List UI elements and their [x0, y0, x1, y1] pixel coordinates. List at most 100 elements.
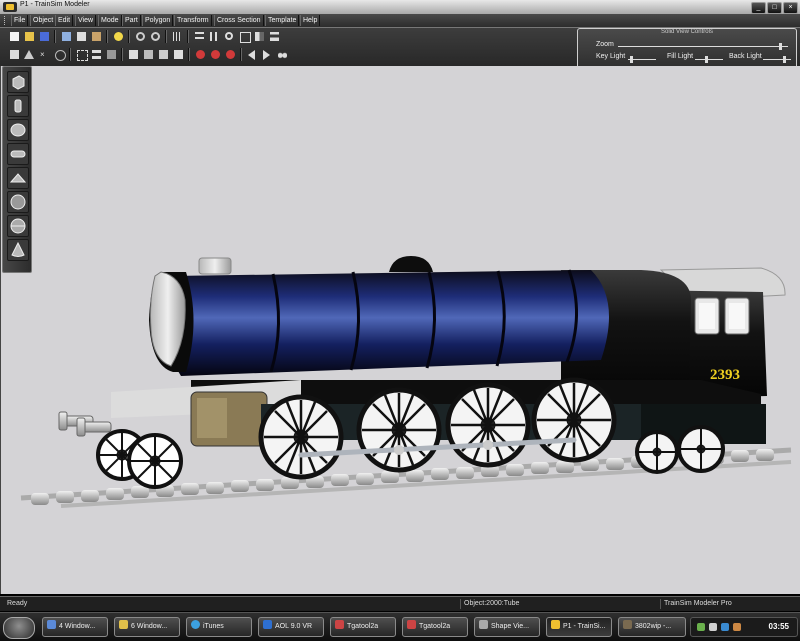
menu-file[interactable]: File: [11, 15, 29, 26]
extrude-icon[interactable]: [127, 48, 140, 61]
back-light-thumb[interactable]: [783, 56, 786, 63]
copy-icon[interactable]: [75, 30, 88, 43]
menu-cross-section[interactable]: Cross Section: [214, 15, 264, 26]
task-windows-1[interactable]: 4 Window...: [42, 617, 108, 637]
tube-tool-icon[interactable]: [7, 143, 29, 165]
bevel-icon[interactable]: [142, 48, 155, 61]
maximize-button[interactable]: □: [767, 2, 782, 14]
driving-wheel-1: [258, 394, 344, 480]
fill-light-thumb[interactable]: [705, 56, 708, 63]
stop-red-icon-2[interactable]: [209, 48, 222, 61]
wedge-tool-icon[interactable]: [7, 167, 29, 189]
locomotive-model[interactable]: 2393: [1, 66, 800, 594]
window-title: P1 - TrainSim Modeler: [20, 1, 90, 8]
cube-tool-icon[interactable]: [7, 71, 29, 93]
solid-viewport[interactable]: 2393: [0, 66, 800, 594]
select-all-icon[interactable]: [90, 48, 103, 61]
key-light-label: Key Light: [596, 53, 626, 60]
task-3802wip[interactable]: 3802wip -...: [618, 617, 686, 637]
back-light-label: Back Light: [729, 53, 762, 60]
triangle-icon[interactable]: [23, 48, 36, 61]
zoom-label: Zoom: [596, 41, 614, 48]
menu-help[interactable]: Help: [300, 15, 321, 26]
move-x-icon[interactable]: [193, 30, 206, 43]
sphere-shaded-tool-icon[interactable]: [7, 191, 29, 213]
title-bar: P1 - TrainSim Modeler _ □ ×: [0, 0, 800, 15]
stop-red-icon-1[interactable]: [194, 48, 207, 61]
task-shape-viewer[interactable]: Shape Vie...: [474, 617, 540, 637]
menu-object[interactable]: Object: [30, 15, 57, 26]
invert-select-icon[interactable]: [105, 48, 118, 61]
arrow-right-icon[interactable]: [261, 48, 274, 61]
task-windows-2[interactable]: 6 Window...: [114, 617, 180, 637]
fill-light-slider[interactable]: [695, 59, 723, 60]
delete-icon[interactable]: [8, 48, 21, 61]
menu-edit[interactable]: Edit: [55, 15, 74, 26]
driving-wheel-4: [531, 377, 617, 463]
menu-mode[interactable]: Mode: [98, 15, 122, 26]
task-label: Shape Vie...: [491, 623, 530, 630]
menu-polygon[interactable]: Polygon: [142, 15, 174, 26]
status-ready: Ready: [7, 600, 28, 607]
back-light-slider[interactable]: [763, 59, 791, 60]
sphere-tool-icon[interactable]: [7, 119, 29, 141]
system-tray: 03:55: [690, 617, 798, 637]
solid-view-controls-panel: Solid View Controls Zoom Key Light Fill …: [577, 28, 797, 70]
task-trainsim-modeler[interactable]: P1 - TrainSi...: [546, 617, 612, 637]
menu-view[interactable]: View: [75, 15, 97, 26]
hemisphere-tool-icon[interactable]: [7, 215, 29, 237]
stop-red-icon-3[interactable]: [224, 48, 237, 61]
zoom-in-icon[interactable]: [134, 30, 147, 43]
start-button[interactable]: [3, 617, 35, 639]
circle-select-icon[interactable]: [53, 48, 66, 61]
mirror-icon[interactable]: [253, 30, 266, 43]
chimney: [198, 257, 232, 275]
key-light-thumb[interactable]: [630, 56, 633, 63]
grid-icon[interactable]: [171, 30, 184, 43]
scale-icon[interactable]: [238, 30, 251, 43]
menu-bar: File Object Edit View Mode Part Polygon …: [0, 14, 800, 28]
close-button[interactable]: ×: [783, 2, 798, 14]
select-box-icon[interactable]: [75, 48, 88, 61]
task-label: 3802wip -...: [635, 623, 672, 630]
align-icon[interactable]: [268, 30, 281, 43]
tray-misc-icon[interactable]: [733, 623, 741, 631]
tray-network-icon[interactable]: [697, 623, 705, 631]
tray-app-icon[interactable]: [721, 623, 729, 631]
open-folder-icon[interactable]: [23, 30, 36, 43]
new-file-icon[interactable]: [8, 30, 21, 43]
menu-transform[interactable]: Transform: [174, 15, 212, 26]
binoculars-icon[interactable]: [276, 48, 289, 61]
clock: 03:55: [768, 622, 789, 631]
cut-icon[interactable]: [60, 30, 73, 43]
pony-wheel-2: [127, 433, 183, 489]
menu-part[interactable]: Part: [122, 15, 141, 26]
paste-icon[interactable]: [90, 30, 103, 43]
app-icon[interactable]: [3, 2, 17, 12]
move-y-icon[interactable]: [208, 30, 221, 43]
weld-icon[interactable]: [172, 48, 185, 61]
task-label: P1 - TrainSi...: [563, 623, 606, 630]
flip-icon[interactable]: [157, 48, 170, 61]
menu-grip-icon[interactable]: [4, 16, 9, 25]
tray-volume-icon[interactable]: [709, 623, 717, 631]
zoom-slider-thumb[interactable]: [779, 43, 782, 50]
task-aol[interactable]: AOL 9.0 VR: [258, 617, 324, 637]
minimize-button[interactable]: _: [751, 2, 766, 14]
save-icon[interactable]: [38, 30, 51, 43]
task-label: Tgatool2a: [347, 623, 379, 630]
menu-template[interactable]: Template: [265, 15, 300, 26]
task-itunes[interactable]: iTunes: [186, 617, 252, 637]
rotate-icon[interactable]: [223, 30, 236, 43]
help-bulb-icon[interactable]: [112, 30, 125, 43]
x-axis-icon[interactable]: ×: [38, 48, 51, 61]
trailing-wheel-2: [677, 425, 725, 473]
cylinder-tool-icon[interactable]: [7, 95, 29, 117]
task-tgatool-1[interactable]: Tgatool2a: [330, 617, 396, 637]
arrow-left-icon[interactable]: [246, 48, 259, 61]
driving-wheel-2: [356, 387, 442, 473]
task-tgatool-2[interactable]: Tgatool2a: [402, 617, 468, 637]
cone-tool-icon[interactable]: [7, 239, 29, 261]
zoom-slider[interactable]: [618, 46, 788, 47]
zoom-out-icon[interactable]: [149, 30, 162, 43]
